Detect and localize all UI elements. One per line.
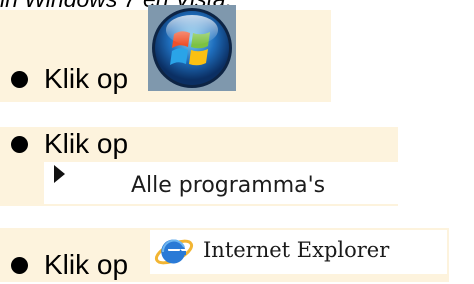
step-2-bullet [11, 136, 28, 153]
all-programs-menu-item[interactable]: Alle programma's [44, 162, 398, 204]
all-programs-label: Alle programma's [131, 173, 326, 198]
menu-arrow-icon [54, 165, 65, 183]
internet-explorer-icon [154, 239, 194, 265]
windows-logo-icon [152, 8, 232, 88]
start-button-screenshot[interactable] [148, 5, 236, 91]
step-1-bullet [11, 71, 28, 88]
step-2-label: Klik op [44, 128, 129, 159]
step-3-bullet [11, 257, 28, 274]
internet-explorer-menu-item[interactable]: Internet Explorer [150, 230, 447, 274]
step-1-label: Klik op [44, 63, 129, 94]
internet-explorer-label: Internet Explorer [203, 238, 390, 262]
instruction-page: { "header": { "text": "in Windows 7 en V… [0, 0, 474, 284]
step-3-label: Klik op [44, 249, 129, 280]
